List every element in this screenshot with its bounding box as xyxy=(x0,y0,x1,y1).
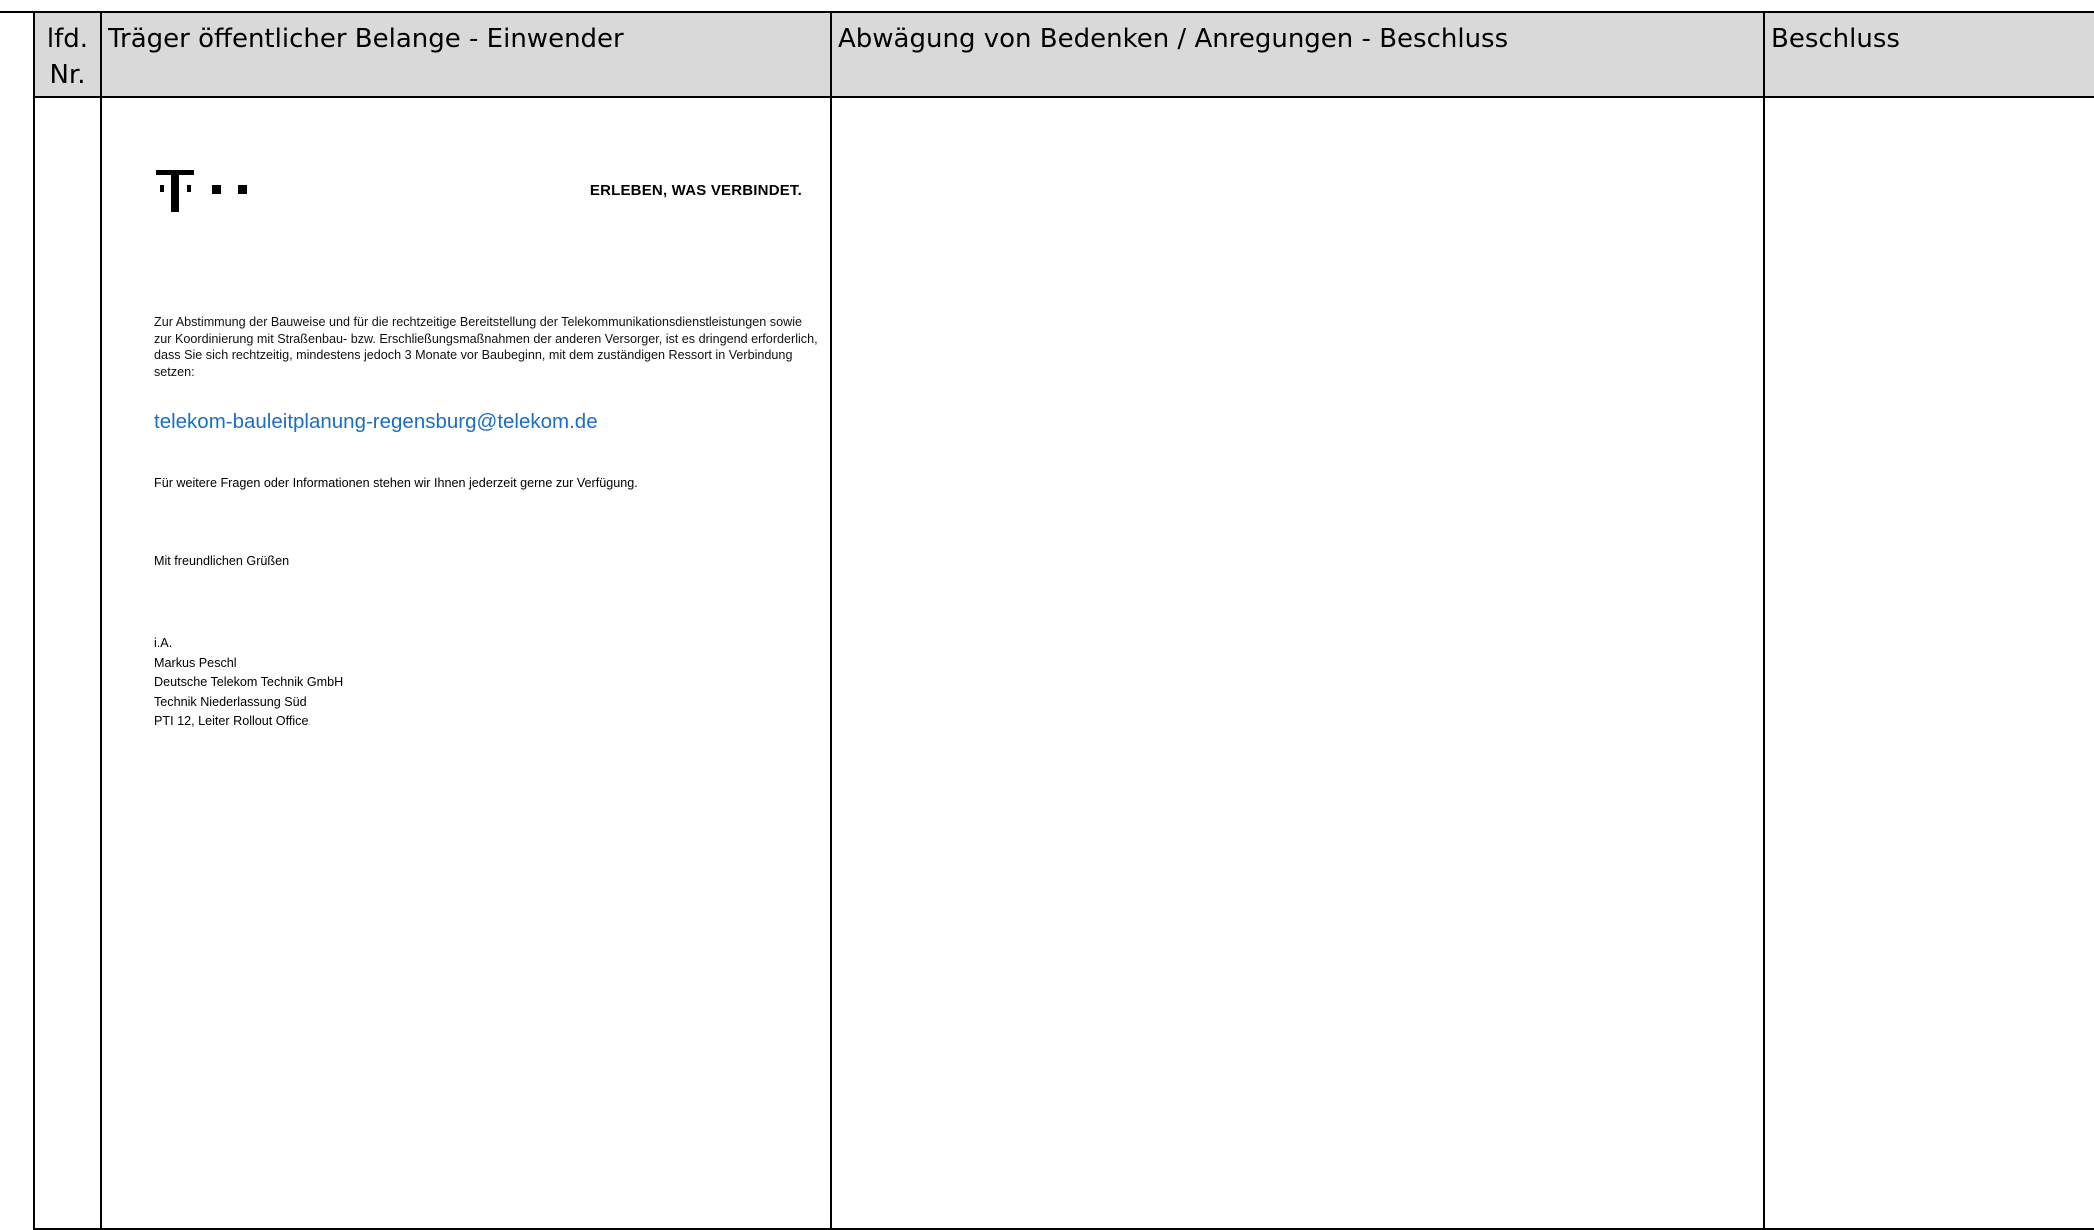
cell-einwender: ERLEBEN, WAS VERBINDET. Zur Abstimmung d… xyxy=(100,96,832,1230)
brand-slogan: ERLEBEN, WAS VERBINDET. xyxy=(589,182,802,199)
cell-nr xyxy=(33,96,102,1230)
letter-greeting: Mit freundlichen Grüßen xyxy=(154,554,290,568)
contact-email-link[interactable]: telekom-bauleitplanung-regensburg@teleko… xyxy=(154,410,598,434)
header-abwaegung: Abwägung von Bedenken / Anregungen - Bes… xyxy=(830,11,1765,98)
signature-line: Technik Niederlassung Süd xyxy=(154,694,307,709)
table-row: ERLEBEN, WAS VERBINDET. Zur Abstimmung d… xyxy=(33,96,2094,1230)
signature-line: PTI 12, Leiter Rollout Office xyxy=(154,714,309,728)
document-page: lfd. Nr. Träger öffentlicher Belange - E… xyxy=(0,0,2094,1230)
signature-line: Deutsche Telekom Technik GmbH xyxy=(154,675,344,689)
cell-beschluss xyxy=(1763,96,2094,1230)
letter-signature: i.A. Markus Peschl Deutsche Telekom Tech… xyxy=(154,634,343,732)
header-nr: lfd. Nr. xyxy=(33,11,102,98)
header-einwender: Träger öffentlicher Belange - Einwender xyxy=(100,11,832,98)
objection-table: lfd. Nr. Träger öffentlicher Belange - E… xyxy=(33,11,2094,1230)
header-beschluss: Beschluss xyxy=(1763,11,2094,98)
telekom-t-logo-icon xyxy=(156,170,247,212)
embedded-letter: ERLEBEN, WAS VERBINDET. Zur Abstimmung d… xyxy=(102,98,830,1228)
signature-line: i.A. xyxy=(154,636,173,650)
signature-line: Markus Peschl xyxy=(154,655,237,670)
letter-body: Zur Abstimmung der Bauweise und für die … xyxy=(154,315,818,379)
header-row: lfd. Nr. Träger öffentlicher Belange - E… xyxy=(33,11,2094,98)
row-marker-line xyxy=(0,11,34,13)
letter-further-info: Für weitere Fragen oder Informationen st… xyxy=(154,476,638,490)
cell-abwaegung xyxy=(830,96,1765,1230)
